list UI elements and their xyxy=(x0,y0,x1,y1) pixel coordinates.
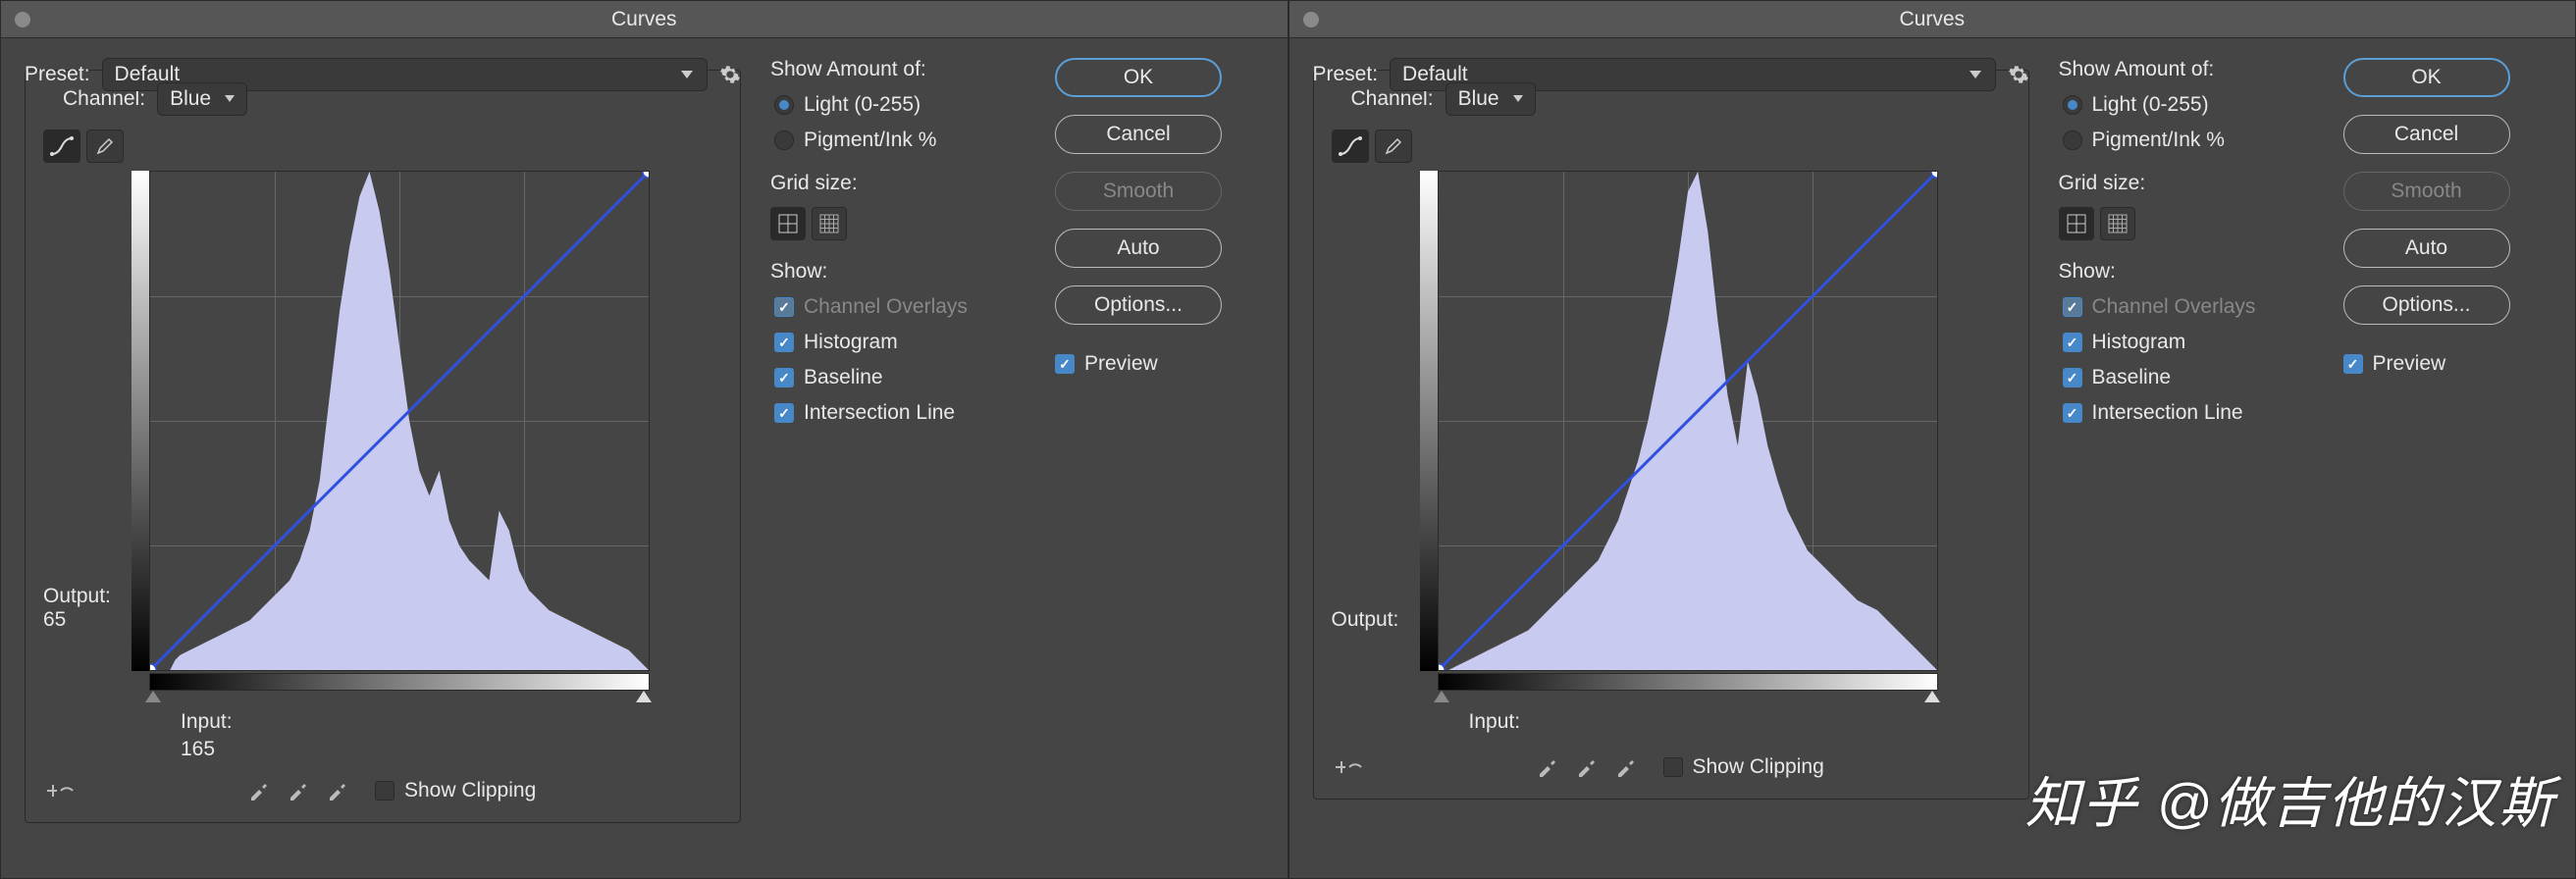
curve-line-icon xyxy=(1439,172,1937,670)
input-label: Input: xyxy=(1469,710,2011,734)
grid-size-label: Grid size: xyxy=(770,172,1025,195)
white-point-slider[interactable] xyxy=(1924,691,1940,702)
pigment-radio[interactable]: Pigment/Ink % xyxy=(774,129,1025,152)
input-value: 165 xyxy=(181,738,722,761)
pencil-tool-button[interactable] xyxy=(1375,129,1412,163)
gray-eyedropper-icon[interactable] xyxy=(287,778,312,803)
channel-overlays-checkbox: Channel Overlays xyxy=(2063,295,2314,319)
intersection-checkbox[interactable]: Intersection Line xyxy=(2063,401,2314,425)
window-title: Curves xyxy=(611,8,677,31)
show-clipping-checkbox[interactable]: Show Clipping xyxy=(375,779,536,802)
preview-checkbox[interactable]: Preview xyxy=(1055,352,1232,376)
auto-button[interactable]: Auto xyxy=(1055,229,1222,268)
curve-graph[interactable] xyxy=(1438,171,1938,671)
targeted-adjustment-icon[interactable] xyxy=(43,777,77,804)
curve-tool-button[interactable] xyxy=(43,129,80,163)
baseline-checkbox[interactable]: Baseline xyxy=(774,366,1025,389)
curve-graph[interactable] xyxy=(149,171,650,671)
channel-overlays-checkbox: Channel Overlays xyxy=(774,295,1025,319)
white-eyedropper-icon[interactable] xyxy=(1614,754,1640,780)
cancel-button[interactable]: Cancel xyxy=(1055,115,1222,154)
show-clipping-checkbox[interactable]: Show Clipping xyxy=(1663,755,1824,779)
show-amount-label: Show Amount of: xyxy=(2059,58,2314,81)
grid-large-button[interactable] xyxy=(2059,207,2094,240)
titlebar[interactable]: Curves xyxy=(1,1,1288,38)
output-label: Output: xyxy=(43,585,131,608)
targeted-adjustment-icon[interactable] xyxy=(1332,753,1365,781)
curve-line-icon xyxy=(150,172,649,670)
light-radio[interactable]: Light (0-255) xyxy=(774,93,1025,117)
preview-checkbox[interactable]: Preview xyxy=(2343,352,2520,376)
window-control-dot[interactable] xyxy=(1303,12,1319,27)
black-point-slider[interactable] xyxy=(145,691,161,702)
baseline-checkbox[interactable]: Baseline xyxy=(2063,366,2314,389)
pigment-radio[interactable]: Pigment/Ink % xyxy=(2063,129,2314,152)
vertical-gradient xyxy=(1420,171,1438,671)
auto-button[interactable]: Auto xyxy=(2343,229,2510,268)
gear-icon[interactable] xyxy=(719,64,741,85)
channel-select[interactable]: Blue xyxy=(1446,82,1536,116)
grid-size-label: Grid size: xyxy=(2059,172,2314,195)
cancel-button[interactable]: Cancel xyxy=(2343,115,2510,154)
preset-label: Preset: xyxy=(1313,63,1379,86)
options-button[interactable]: Options... xyxy=(2343,285,2510,325)
black-eyedropper-icon[interactable] xyxy=(247,778,273,803)
titlebar[interactable]: Curves xyxy=(1289,1,2576,38)
curves-main-box: Channel: Blue Output: xyxy=(1313,70,2029,800)
white-eyedropper-icon[interactable] xyxy=(326,778,351,803)
show-amount-label: Show Amount of: xyxy=(770,58,1025,81)
grid-small-button[interactable] xyxy=(2100,207,2135,240)
pencil-tool-button[interactable] xyxy=(86,129,124,163)
gear-icon[interactable] xyxy=(2008,64,2029,85)
output-value: 65 xyxy=(43,608,131,632)
smooth-button: Smooth xyxy=(2343,172,2510,211)
light-radio[interactable]: Light (0-255) xyxy=(2063,93,2314,117)
curve-tool-button[interactable] xyxy=(1332,129,1369,163)
gray-eyedropper-icon[interactable] xyxy=(1575,754,1601,780)
grid-large-button[interactable] xyxy=(770,207,806,240)
black-point-slider[interactable] xyxy=(1434,691,1449,702)
input-label: Input: xyxy=(181,710,722,734)
show-label: Show: xyxy=(770,260,1025,284)
window-title: Curves xyxy=(1899,8,1965,31)
options-button[interactable]: Options... xyxy=(1055,285,1222,325)
output-label: Output: xyxy=(1332,608,1420,632)
vertical-gradient xyxy=(131,171,149,671)
smooth-button: Smooth xyxy=(1055,172,1222,211)
channel-select[interactable]: Blue xyxy=(157,82,247,116)
curves-dialog-right: Curves Preset: Default Channel: Blue xyxy=(1288,0,2576,879)
show-label: Show: xyxy=(2059,260,2314,284)
ok-button[interactable]: OK xyxy=(2343,58,2510,97)
ok-button[interactable]: OK xyxy=(1055,58,1222,97)
histogram-checkbox[interactable]: Histogram xyxy=(774,331,1025,354)
white-point-slider[interactable] xyxy=(636,691,652,702)
curves-main-box: Channel: Blue Output: 65 xyxy=(25,70,741,823)
intersection-checkbox[interactable]: Intersection Line xyxy=(774,401,1025,425)
preset-label: Preset: xyxy=(25,63,90,86)
curves-dialog-left: Curves Preset: Default Channel: Blue xyxy=(0,0,1288,879)
horizontal-gradient xyxy=(149,673,650,691)
horizontal-gradient xyxy=(1438,673,1938,691)
histogram-checkbox[interactable]: Histogram xyxy=(2063,331,2314,354)
grid-small-button[interactable] xyxy=(812,207,847,240)
black-eyedropper-icon[interactable] xyxy=(1536,754,1561,780)
window-control-dot[interactable] xyxy=(15,12,30,27)
